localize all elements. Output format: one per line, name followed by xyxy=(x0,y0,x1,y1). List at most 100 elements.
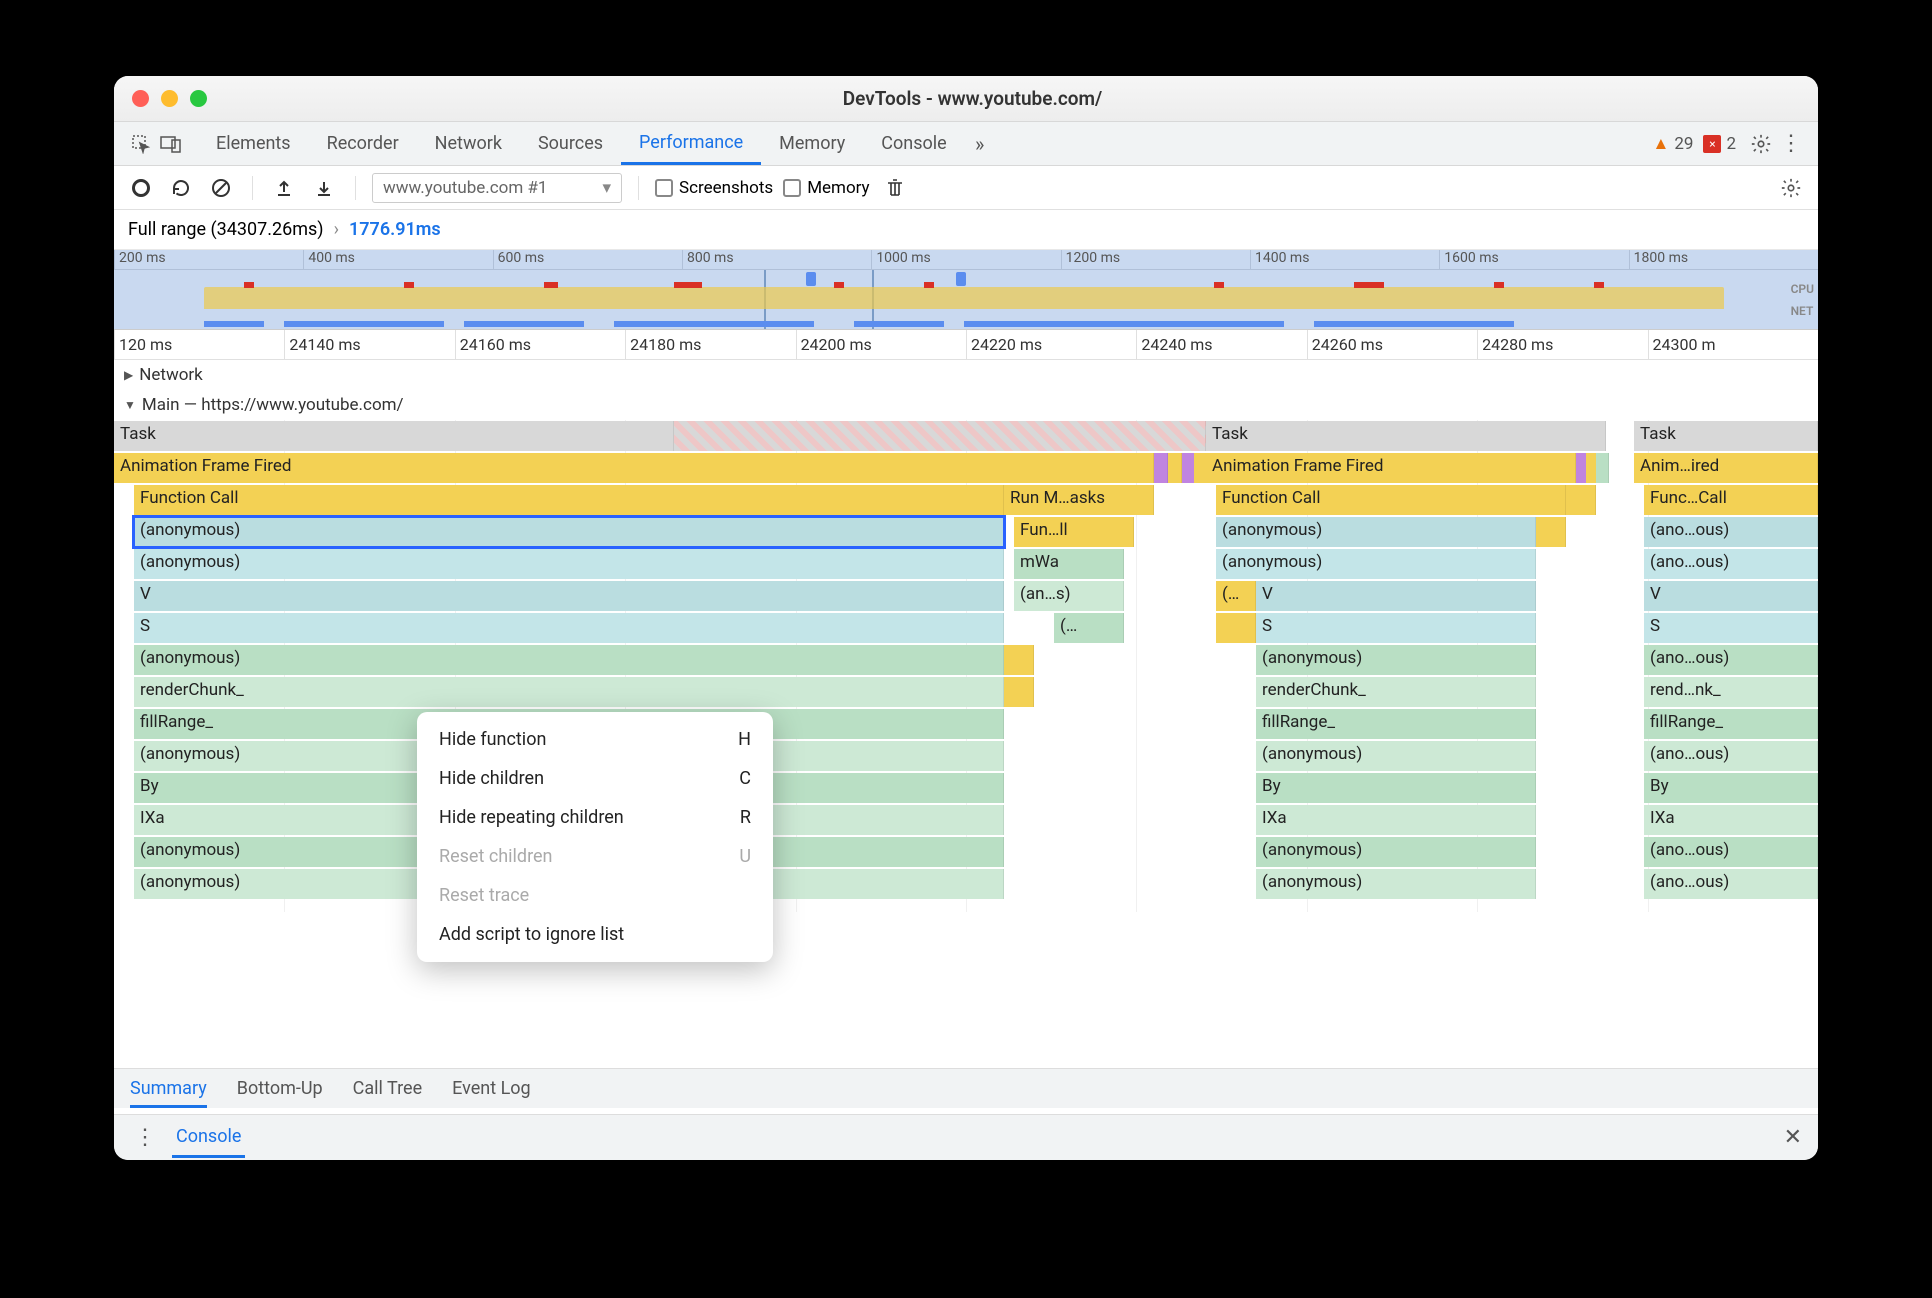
ctx-hide-function[interactable]: Hide functionH xyxy=(417,720,773,759)
close-drawer-icon[interactable]: ✕ xyxy=(1784,1125,1802,1150)
flame-segment[interactable] xyxy=(1536,517,1566,547)
flame-segment[interactable]: renderChunk_ xyxy=(134,677,1004,707)
ctx-hide-children[interactable]: Hide childrenC xyxy=(417,759,773,798)
devtools-window: DevTools - www.youtube.com/ ElementsReco… xyxy=(114,76,1818,1160)
flame-segment[interactable]: By xyxy=(1644,773,1818,803)
flame-segment[interactable]: Run M…asks xyxy=(1004,485,1154,515)
flame-segment[interactable]: (… xyxy=(1054,613,1124,643)
main-tab-console[interactable]: Console xyxy=(863,122,964,165)
flame-segment[interactable] xyxy=(674,421,1206,451)
flame-segment[interactable]: fillRange_ xyxy=(1644,709,1818,739)
flame-segment[interactable]: (anonymous) xyxy=(1256,869,1536,899)
flame-segment[interactable]: Task xyxy=(114,421,674,451)
detail-tab-call-tree[interactable]: Call Tree xyxy=(353,1078,422,1099)
flame-chart[interactable]: TaskAnimation Frame FiredFunction CallRu… xyxy=(114,420,1818,912)
flame-segment[interactable]: V xyxy=(134,581,1004,611)
detail-tab-summary[interactable]: Summary xyxy=(130,1078,207,1108)
error-count[interactable]: × 2 xyxy=(1703,134,1736,154)
drawer-kebab-icon[interactable]: ⋮ xyxy=(130,1123,160,1153)
ctx-add-script-to-ignore-list[interactable]: Add script to ignore list xyxy=(417,915,773,954)
ctx-hide-repeating-children[interactable]: Hide repeating childrenR xyxy=(417,798,773,837)
flame-segment[interactable]: Animation Frame Fired xyxy=(114,453,1154,483)
detail-tab-bottom-up[interactable]: Bottom-Up xyxy=(237,1078,323,1099)
flame-segment[interactable] xyxy=(1168,453,1182,483)
flame-segment[interactable]: (anonymous) xyxy=(134,645,1004,675)
reload-record-button[interactable] xyxy=(166,173,196,203)
flame-segment[interactable]: (an…s) xyxy=(1014,581,1124,611)
flame-segment[interactable]: (anonymous) xyxy=(1216,549,1536,579)
settings-icon[interactable] xyxy=(1746,129,1776,159)
flame-segment[interactable]: Task xyxy=(1634,421,1818,451)
flame-segment[interactable] xyxy=(1004,645,1034,675)
flame-segment[interactable]: (anonymous) xyxy=(1256,741,1536,771)
flame-segment[interactable]: S xyxy=(1644,613,1818,643)
screenshots-checkbox[interactable]: Screenshots xyxy=(655,178,773,198)
profile-select[interactable]: www.youtube.com #1 ▾ xyxy=(372,173,622,203)
flame-segment[interactable] xyxy=(1216,613,1256,643)
flame-segment[interactable] xyxy=(1154,453,1168,483)
flame-segment[interactable]: (ano…ous) xyxy=(1644,549,1818,579)
flame-segment[interactable]: (anonymous) xyxy=(1256,645,1536,675)
maximize-window-button[interactable] xyxy=(190,90,207,107)
inspect-icon[interactable] xyxy=(126,129,156,159)
flame-segment[interactable]: fillRange_ xyxy=(1256,709,1536,739)
close-window-button[interactable] xyxy=(132,90,149,107)
detail-tab-event-log[interactable]: Event Log xyxy=(452,1078,531,1099)
flame-segment[interactable]: Function Call xyxy=(1216,485,1566,515)
flame-segment[interactable]: Func…Call xyxy=(1644,485,1818,515)
flame-segment[interactable]: S xyxy=(134,613,1004,643)
flame-segment[interactable] xyxy=(1004,677,1034,707)
main-tab-performance[interactable]: Performance xyxy=(621,122,761,165)
minimize-window-button[interactable] xyxy=(161,90,178,107)
flame-segment[interactable]: IXa xyxy=(1644,805,1818,835)
flame-segment[interactable]: (ano…ous) xyxy=(1644,517,1818,547)
flame-segment[interactable] xyxy=(1596,453,1609,483)
flame-segment[interactable]: (ano…ous) xyxy=(1644,837,1818,867)
flame-segment[interactable]: (anonymous) xyxy=(134,549,1004,579)
memory-checkbox[interactable]: Memory xyxy=(783,178,869,198)
flame-segment[interactable]: S xyxy=(1256,613,1536,643)
flame-segment[interactable]: Animation Frame Fired xyxy=(1206,453,1576,483)
flame-segment[interactable]: Fun…ll xyxy=(1014,517,1134,547)
breadcrumb-full-range[interactable]: Full range (34307.26ms) xyxy=(128,219,324,240)
flame-segment[interactable]: (… xyxy=(1216,581,1256,611)
flame-segment[interactable]: (ano…ous) xyxy=(1644,741,1818,771)
flame-segment[interactable]: (anonymous) xyxy=(134,517,1004,547)
device-toggle-icon[interactable] xyxy=(156,129,186,159)
kebab-menu-icon[interactable]: ⋮ xyxy=(1776,129,1806,159)
flame-segment[interactable]: IXa xyxy=(1256,805,1536,835)
upload-button[interactable] xyxy=(269,173,299,203)
flame-segment[interactable]: rend…nk_ xyxy=(1644,677,1818,707)
flame-segment[interactable]: (ano…ous) xyxy=(1644,869,1818,899)
flame-segment[interactable]: By xyxy=(1256,773,1536,803)
more-tabs-icon[interactable]: » xyxy=(965,129,995,159)
warning-count[interactable]: ▲ 29 xyxy=(1653,134,1694,154)
flame-segment[interactable]: mWa xyxy=(1014,549,1124,579)
capture-settings-icon[interactable] xyxy=(1776,173,1806,203)
network-track-header[interactable]: Network xyxy=(114,360,1818,390)
flame-segment[interactable]: (anonymous) xyxy=(1256,837,1536,867)
main-tab-sources[interactable]: Sources xyxy=(520,122,621,165)
main-tab-recorder[interactable]: Recorder xyxy=(309,122,417,165)
detail-ruler[interactable]: 120 ms24140 ms24160 ms24180 ms24200 ms24… xyxy=(114,330,1818,360)
flame-segment[interactable]: (ano…ous) xyxy=(1644,645,1818,675)
main-tab-network[interactable]: Network xyxy=(417,122,520,165)
record-button[interactable] xyxy=(126,173,156,203)
console-drawer-tab[interactable]: Console xyxy=(172,1118,245,1158)
garbage-collect-icon[interactable] xyxy=(880,173,910,203)
flame-segment[interactable] xyxy=(1566,485,1596,515)
flame-segment[interactable]: Function Call xyxy=(134,485,1004,515)
main-track-header[interactable]: Main — https://www.youtube.com/ xyxy=(114,390,1818,420)
flame-segment[interactable]: V xyxy=(1644,581,1818,611)
flame-segment[interactable]: Anim…ired xyxy=(1634,453,1818,483)
flame-segment[interactable]: renderChunk_ xyxy=(1256,677,1536,707)
main-tab-elements[interactable]: Elements xyxy=(198,122,309,165)
download-button[interactable] xyxy=(309,173,339,203)
breadcrumb-selected-range[interactable]: 1776.91ms xyxy=(349,219,441,240)
flame-segment[interactable]: V xyxy=(1256,581,1536,611)
clear-button[interactable] xyxy=(206,173,236,203)
flame-segment[interactable]: Task xyxy=(1206,421,1606,451)
flame-segment[interactable]: (anonymous) xyxy=(1216,517,1536,547)
main-tab-memory[interactable]: Memory xyxy=(761,122,863,165)
timeline-overview[interactable]: 200 ms400 ms600 ms800 ms1000 ms1200 ms14… xyxy=(114,250,1818,330)
